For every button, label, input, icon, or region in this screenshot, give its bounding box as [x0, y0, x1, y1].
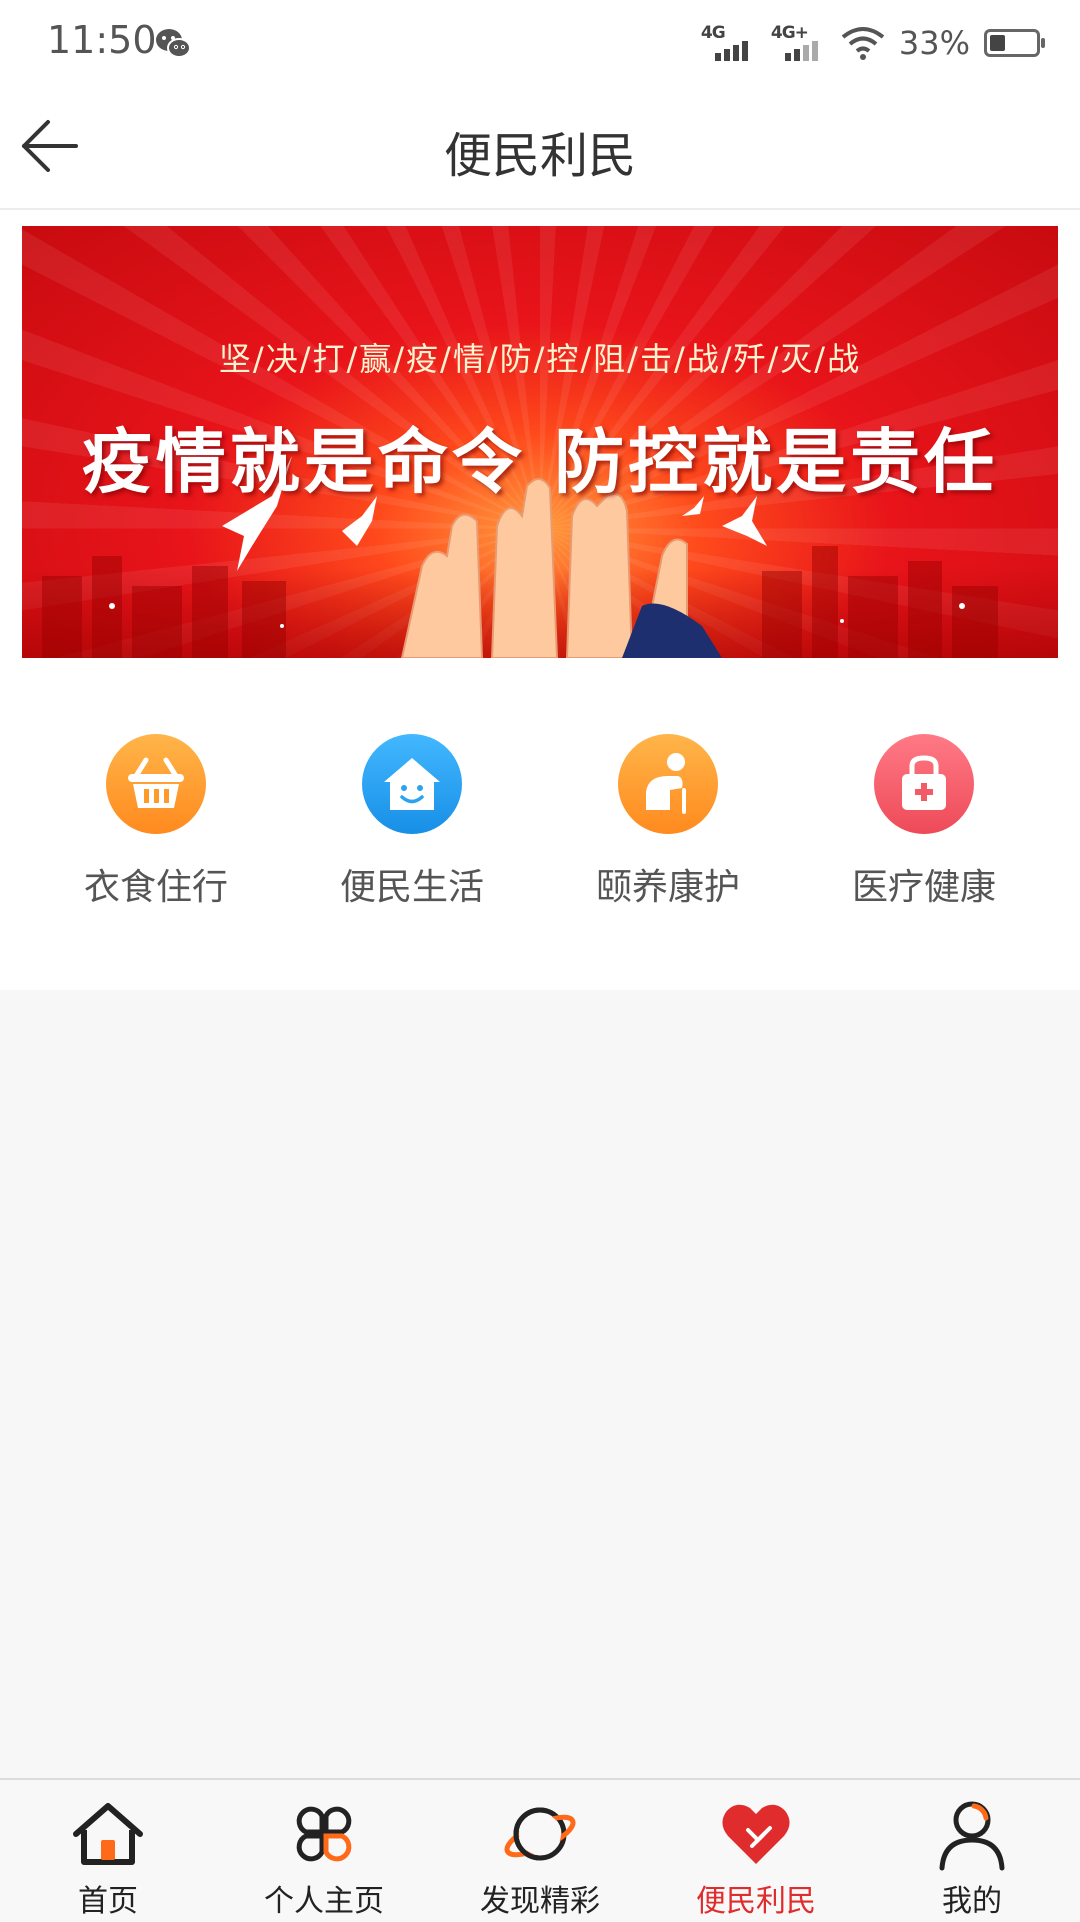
battery-percent: 33%	[898, 24, 970, 62]
banner-headline: 疫情就是命令 防控就是责任	[81, 421, 999, 503]
service-elderly-care[interactable]: 颐养康护	[540, 734, 796, 910]
nav-bar: 便民利民	[0, 86, 1080, 210]
wifi-icon	[841, 27, 885, 60]
battery-icon	[984, 29, 1045, 57]
tab-mine[interactable]: 我的	[864, 1780, 1080, 1922]
elderly-care-icon	[618, 734, 718, 834]
tab-label: 首页	[78, 1884, 138, 1919]
service-label: 颐养康护	[595, 867, 740, 908]
bottom-tab-bar: 首页 个人主页 发现精彩 便民利民 我的	[0, 1778, 1080, 1920]
tab-personal-homepage[interactable]: 个人主页	[216, 1780, 432, 1922]
tab-label: 个人主页	[264, 1884, 384, 1919]
signal-icon-2: 4G+	[771, 23, 827, 63]
network-label-1: 4G	[700, 23, 726, 43]
status-bar: 11:50 4G 4G+ 33%	[0, 0, 1080, 86]
user-icon	[939, 1801, 1005, 1871]
tab-home[interactable]: 首页	[0, 1780, 216, 1922]
signal-icon: 4G	[701, 23, 757, 63]
tab-label: 便民利民	[696, 1884, 816, 1919]
page-title: 便民利民	[443, 128, 636, 184]
home-icon	[73, 1803, 143, 1865]
planet-icon	[504, 1807, 576, 1861]
network-label-2: 4G+	[770, 23, 809, 43]
service-convenient-life[interactable]: 便民生活	[284, 734, 540, 910]
clover-icon	[296, 1806, 352, 1862]
heart-hand-icon	[722, 1804, 790, 1864]
status-time: 11:50	[47, 18, 157, 62]
house-smile-icon	[362, 734, 462, 834]
service-medical-health[interactable]: 医疗健康	[796, 734, 1052, 910]
tab-convenience[interactable]: 便民利民	[648, 1780, 864, 1922]
banner-carousel[interactable]: 坚/决/打/赢/疫/情/防/控/阻/击/战/歼/灭/战 疫情就是命令 防控就是责…	[22, 226, 1058, 658]
banner-subtitle: 坚/决/打/赢/疫/情/防/控/阻/击/战/歼/灭/战	[218, 340, 862, 378]
service-label: 便民生活	[339, 867, 484, 908]
tab-discover[interactable]: 发现精彩	[432, 1780, 648, 1922]
tab-label: 发现精彩	[480, 1884, 600, 1919]
services-grid: 衣食住行 便民生活 颐养康护 医疗健康	[0, 670, 1080, 990]
service-label: 医疗健康	[851, 867, 996, 908]
basket-icon	[106, 734, 206, 834]
service-label: 衣食住行	[83, 867, 228, 908]
tab-label: 我的	[942, 1884, 1002, 1919]
service-clothing-food-housing-travel[interactable]: 衣食住行	[28, 734, 284, 910]
wechat-icon	[156, 29, 191, 58]
banner-section: 坚/决/打/赢/疫/情/防/控/阻/击/战/歼/灭/战 疫情就是命令 防控就是责…	[0, 210, 1080, 670]
medical-bag-icon	[874, 734, 974, 834]
